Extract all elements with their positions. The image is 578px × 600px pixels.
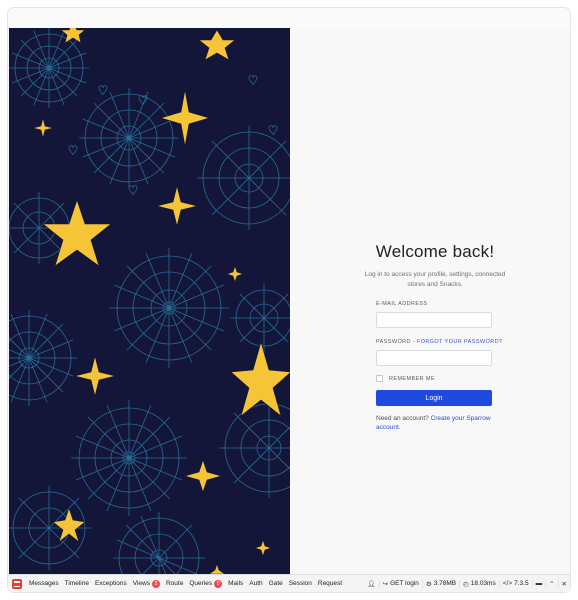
remember-me-checkbox[interactable] [376,375,383,382]
chevron-up-icon: ⌃ [549,580,555,588]
views-count-badge: 2 [151,579,160,588]
decorative-pattern [9,28,290,574]
browser-frame: Welcome back! Log in to access your prof… [8,8,570,592]
snowflake-2 [79,88,179,188]
cogs-icon: ⚙ [425,580,432,588]
php-version: 7.3.5 [514,580,529,587]
request-time: 18.03ms [470,580,496,587]
user-icon: 👤︎ [367,580,376,588]
queries-count-badge: 0 [214,579,223,588]
debugbar-tab-views[interactable]: Views 2 [130,579,163,588]
snowflake-5 [109,248,229,368]
route-indicator[interactable]: ↪ GET login [378,579,422,588]
login-form: Welcome back! Log in to access your prof… [365,242,506,432]
email-field[interactable] [376,312,492,328]
version-indicator[interactable]: </> 7.3.5 [498,580,532,587]
debugbar-tab-timeline[interactable]: Timeline [62,580,92,587]
open-handler[interactable]: ▬ [531,580,546,587]
debugbar-tab-request[interactable]: Request [315,580,345,587]
forgot-password-link[interactable]: Forgot your password? [417,339,502,345]
debugbar-tab-session[interactable]: Session [286,580,315,587]
folder-open-icon: ▬ [535,580,543,587]
debugbar-tab-messages[interactable]: Messages [26,580,62,587]
debugbar-logo-icon[interactable] [12,578,22,589]
clock-icon: ◴ [463,580,469,588]
page-title: Welcome back! [375,242,495,261]
page-subtitle: Log in to access your profile, settings,… [364,271,506,288]
star-snowflake-pattern [9,28,290,574]
debugbar-tab-auth[interactable]: Auth [246,580,265,587]
password-field[interactable] [376,350,492,366]
signup-prompt: Need an account? Create your Sparrow acc… [376,414,506,432]
user-indicator[interactable]: 👤︎ [364,580,378,588]
login-panel: Welcome back! Log in to access your prof… [290,28,570,574]
password-label: Password [376,339,411,345]
share-icon: ↪ [382,580,389,588]
close-icon: ✕ [561,580,567,588]
code-icon: </> [502,580,513,587]
remember-me-label: Remember me [389,375,435,382]
debugbar-tab-queries[interactable]: Queries 0 [186,579,225,588]
debugbar-tab-route[interactable]: Route [163,580,186,587]
signup-text: Need an account? [376,415,429,422]
debugbar-tab-gate[interactable]: Gate [266,580,286,587]
time-indicator[interactable]: ◴ 18.03ms [459,579,499,588]
debugbar-status: 👤︎ ↪ GET login ⚙ 3.78MB ◴ 18.03ms </> 7.… [364,579,570,588]
restore-button[interactable]: ⌃ [545,579,557,588]
debugbar-tab-mails[interactable]: Mails [225,580,246,587]
login-button[interactable]: Login [376,390,492,406]
snowflake-7 [71,400,187,516]
memory-indicator[interactable]: ⚙ 3.78MB [421,579,459,588]
memory-usage: 3.78MB [433,580,457,587]
remember-me-row: Remember me [376,375,494,382]
close-button[interactable]: ✕ [557,579,570,588]
debugbar-tab-exceptions[interactable]: Exceptions [92,580,130,587]
debug-bar: Messages Timeline Exceptions Views 2 Rout… [8,574,570,592]
email-label: E-mail address [376,301,428,307]
window-top-bar [8,8,570,28]
password-label-row: Password - Forgot your password? [376,339,502,345]
request-route: GET login [390,580,419,587]
